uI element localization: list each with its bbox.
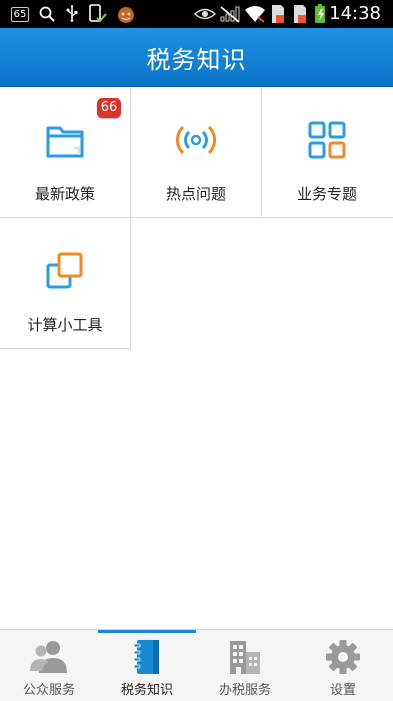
status-time: 14:38 bbox=[329, 3, 381, 24]
phone-check-icon bbox=[88, 4, 108, 24]
calculator-copy-icon bbox=[46, 252, 83, 289]
broadcast-icon bbox=[176, 125, 216, 155]
tab-label: 设置 bbox=[329, 683, 356, 698]
grid-item-latest-policy[interactable]: 66 最新政策 bbox=[0, 87, 131, 218]
no-signal-icon bbox=[219, 4, 241, 24]
tab-label: 税务知识 bbox=[120, 683, 173, 698]
tab-settings[interactable]: 设置 bbox=[294, 630, 393, 701]
usb-icon bbox=[64, 4, 80, 24]
grid-item-business-topics[interactable]: 业务专题 bbox=[262, 87, 393, 218]
page-title: 税务知识 bbox=[146, 45, 247, 74]
grid-item-label: 最新政策 bbox=[34, 185, 95, 203]
eye-icon bbox=[194, 4, 216, 24]
tab-tax-service[interactable]: 办税服务 bbox=[196, 630, 294, 701]
bottom-tab-bar: 公众服务 税务知识 办税服务 设置 bbox=[0, 629, 393, 701]
tab-public-service[interactable]: 公众服务 bbox=[0, 630, 98, 701]
notebook-icon bbox=[133, 640, 159, 674]
grid-item-label: 计算小工具 bbox=[27, 316, 103, 334]
grid-item-label: 业务专题 bbox=[296, 185, 357, 203]
building-icon bbox=[230, 641, 260, 674]
tab-label: 公众服务 bbox=[22, 683, 75, 698]
grid-icon bbox=[308, 121, 346, 159]
sim1-icon bbox=[268, 4, 288, 24]
header-bar: 税务知识 bbox=[0, 28, 393, 87]
tab-tax-knowledge[interactable]: 税务知识 bbox=[98, 630, 196, 701]
notification-badge: 66 bbox=[97, 98, 121, 118]
wifi-icon bbox=[244, 4, 266, 24]
sim2-icon bbox=[290, 4, 310, 24]
gear-icon bbox=[326, 640, 360, 674]
battery-charging-icon bbox=[312, 4, 328, 24]
notification-count-icon: 65 bbox=[8, 4, 32, 24]
tab-label: 办税服务 bbox=[218, 683, 271, 698]
status-bar: 65 14:38 bbox=[0, 0, 393, 28]
grid-item-label: 热点问题 bbox=[165, 185, 226, 203]
grid-item-hot-questions[interactable]: 热点问题 bbox=[131, 87, 262, 218]
app-notification-icon bbox=[115, 4, 137, 24]
folder-icon bbox=[46, 126, 84, 158]
grid-item-calc-tools[interactable]: 计算小工具 bbox=[0, 218, 131, 349]
people-icon bbox=[30, 641, 67, 673]
search-icon bbox=[38, 4, 56, 24]
